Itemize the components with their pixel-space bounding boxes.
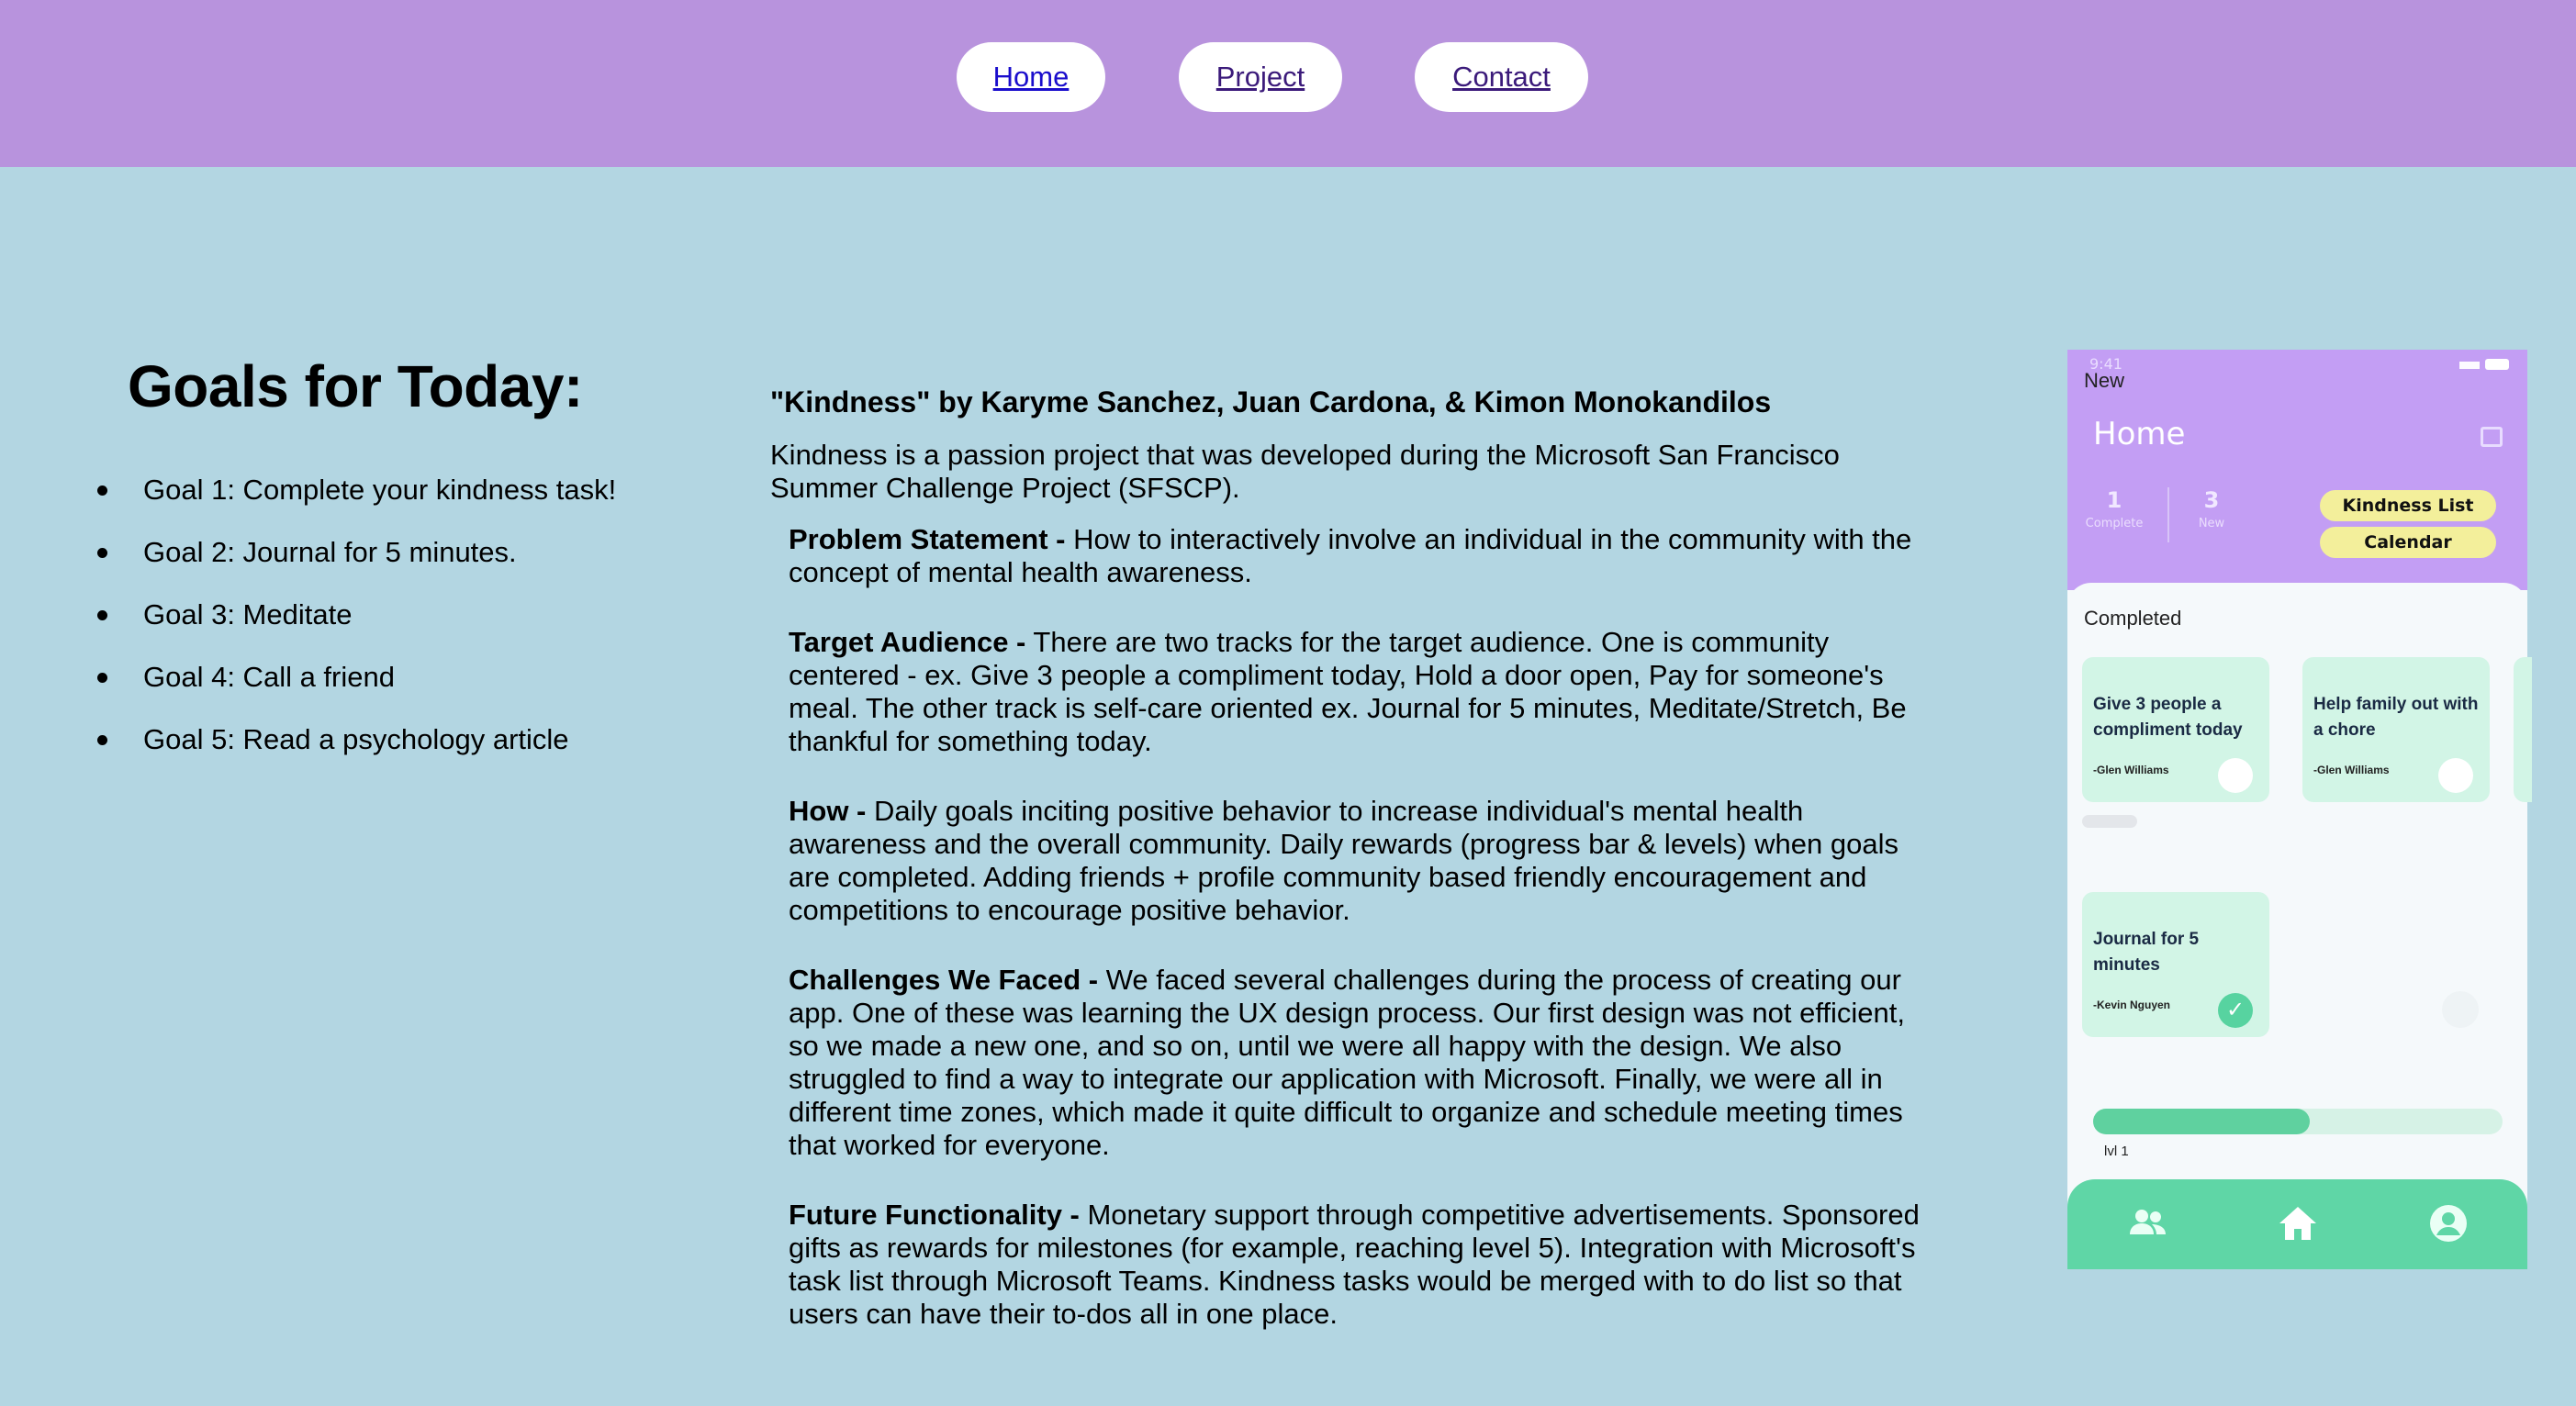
stat-number: 3 <box>2203 487 2220 513</box>
section-target-audience: Target Audience - There are two tracks f… <box>789 626 1927 758</box>
top-nav-bar: Home Project Contact <box>0 0 2576 167</box>
section-heading: Target Audience - <box>789 626 1026 658</box>
level-progress-bar <box>2093 1109 2503 1134</box>
section-heading: Future Functionality - <box>789 1199 1080 1231</box>
section-challenges: Challenges We Faced - We faced several c… <box>789 964 1927 1162</box>
empty-slot <box>2442 991 2479 1028</box>
task-card-peek <box>2514 657 2532 802</box>
carousel-indicator <box>2082 815 2137 828</box>
app-home-title: Home <box>2093 416 2186 452</box>
bullet-icon <box>97 610 107 620</box>
task-card: Help family out with a chore -Glen Willi… <box>2302 657 2490 802</box>
nav-link-project[interactable]: Project <box>1179 42 1342 112</box>
task-text: Give 3 people a compliment today <box>2093 695 2243 740</box>
task-author: -Kevin Nguyen <box>2093 999 2171 1011</box>
goal-item: Goal 1: Complete your kindness task! <box>92 468 616 530</box>
new-section-label: New <box>2084 369 2125 392</box>
task-card: Give 3 people a compliment today -Glen W… <box>2082 657 2269 802</box>
stat-divider <box>2167 487 2169 542</box>
stat-label: Complete <box>2085 517 2144 530</box>
task-card-completed: Journal for 5 minutes -Kevin Nguyen ✓ <box>2082 892 2269 1037</box>
section-problem-statement: Problem Statement - How to interactively… <box>789 523 1927 589</box>
calendar-icon <box>2481 427 2503 447</box>
task-author: -Glen Williams <box>2093 764 2169 776</box>
goal-item: Goal 2: Journal for 5 minutes. <box>92 530 616 593</box>
completed-section-label: Completed <box>2084 607 2182 630</box>
bullet-icon <box>97 673 107 683</box>
status-icons <box>2459 359 2509 370</box>
bullet-icon <box>97 485 107 496</box>
goal-text: Goal 2: Journal for 5 minutes. <box>143 536 517 568</box>
app-header: 9:41 Home 1 Complete 3 New Kindness List… <box>2067 350 2527 590</box>
check-icon: ✓ <box>2218 993 2253 1028</box>
project-title: "Kindness" by Karyme Sanchez, Juan Cardo… <box>770 385 1772 418</box>
bullet-icon <box>97 548 107 558</box>
goals-title: Goals for Today: <box>128 353 583 419</box>
goal-item: Goal 3: Meditate <box>92 593 616 655</box>
nav-link-contact[interactable]: Contact <box>1415 42 1588 112</box>
task-author: -Glen Williams <box>2313 764 2390 776</box>
task-checkbox <box>2438 758 2473 793</box>
section-body: Daily goals inciting positive behavior t… <box>789 795 1898 926</box>
stat-number: 1 <box>2106 487 2122 513</box>
level-label: lvl 1 <box>2104 1144 2129 1159</box>
goal-text: Goal 3: Meditate <box>143 598 353 630</box>
goals-list: Goal 1: Complete your kindness task! Goa… <box>92 468 616 780</box>
nav-link-home[interactable]: Home <box>957 42 1105 112</box>
home-icon <box>2274 1200 2322 1247</box>
goal-item: Goal 5: Read a psychology article <box>92 718 616 780</box>
kindness-list-pill: Kindness List <box>2320 490 2496 521</box>
section-heading: Challenges We Faced - <box>789 964 1099 996</box>
friends-icon <box>2124 1200 2172 1247</box>
goal-text: Goal 1: Complete your kindness task! <box>143 474 617 506</box>
stat-new: 3 New <box>2179 487 2244 530</box>
goal-text: Goal 5: Read a psychology article <box>143 723 569 755</box>
profile-icon <box>2425 1200 2472 1247</box>
section-how: How - Daily goals inciting positive beha… <box>789 795 1927 927</box>
goal-text: Goal 4: Call a friend <box>143 661 395 693</box>
battery-icon <box>2485 359 2509 370</box>
section-heading: How - <box>789 795 867 827</box>
level-progress-fill <box>2093 1109 2311 1134</box>
task-text: Journal for 5 minutes <box>2093 930 2200 975</box>
calendar-pill: Calendar <box>2320 527 2496 558</box>
task-checkbox <box>2218 758 2253 793</box>
section-heading: Problem Statement - <box>789 523 1066 555</box>
task-text: Help family out with a chore <box>2313 695 2479 740</box>
bullet-icon <box>97 735 107 745</box>
app-tab-bar <box>2067 1179 2527 1269</box>
section-future-functionality: Future Functionality - Monetary support … <box>789 1199 1927 1331</box>
signal-icon <box>2459 360 2480 369</box>
stat-complete: 1 Complete <box>2082 487 2146 530</box>
project-intro: Kindness is a passion project that was d… <box>770 439 1840 504</box>
goal-item: Goal 4: Call a friend <box>92 655 616 718</box>
stat-label: New <box>2198 517 2225 530</box>
